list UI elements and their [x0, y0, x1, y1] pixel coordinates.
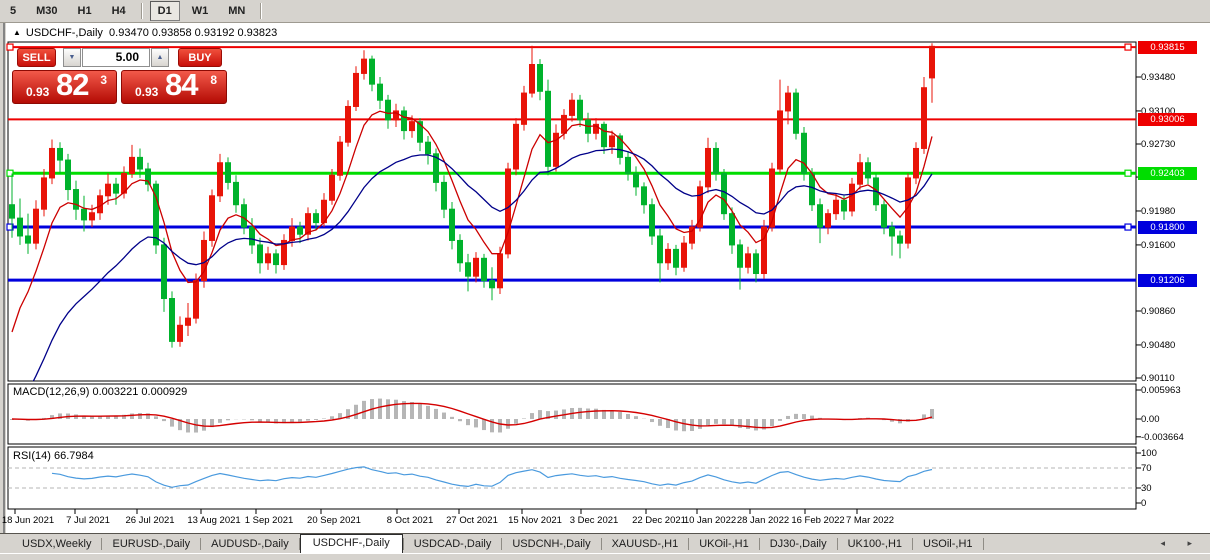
- toolbar-separator: [260, 3, 262, 19]
- timeframe-button-5[interactable]: 5: [2, 1, 24, 21]
- date-tick-label: 1 Sep 2021: [245, 515, 294, 526]
- tab-uk100-h1[interactable]: UK100-,H1: [838, 536, 912, 552]
- macd-tick-label: 0.00: [1141, 414, 1160, 425]
- macd-tick-label: -0.003664: [1141, 432, 1184, 443]
- date-tick-label: 13 Aug 2021: [187, 515, 240, 526]
- date-tick-label: 16 Feb 2022: [791, 515, 844, 526]
- buy-price-big: 84: [165, 67, 197, 103]
- tab-ukoil-h1[interactable]: UKOil-,H1: [689, 536, 759, 552]
- sell-price-sup: 3: [100, 73, 107, 87]
- date-tick-label: 7 Mar 2022: [846, 515, 894, 526]
- line-handle: [1125, 170, 1131, 176]
- timeframe-button-D1[interactable]: D1: [150, 1, 180, 21]
- price-tick-label: 0.91980: [1141, 206, 1175, 217]
- sell-price-big: 82: [56, 67, 88, 103]
- buy-price-sup: 8: [210, 73, 217, 87]
- volume-down-button[interactable]: ▼: [63, 48, 81, 67]
- tab-eurusd-daily[interactable]: EURUSD-,Daily: [102, 536, 200, 552]
- timeframe-button-MN[interactable]: MN: [220, 1, 253, 21]
- date-tick-label: 28 Jan 2022: [737, 515, 789, 526]
- line-handle: [1125, 224, 1131, 230]
- price-line-badge: 0.92403: [1138, 167, 1197, 180]
- tab-xauusd-h1[interactable]: XAUUSD-,H1: [602, 536, 689, 552]
- price-tick-label: 0.90860: [1141, 306, 1175, 317]
- timeframe-button-H1[interactable]: H1: [70, 1, 100, 21]
- chevron-down-icon: ▼: [69, 54, 76, 61]
- sell-button[interactable]: SELL: [17, 48, 56, 67]
- price-line-badge: 0.91206: [1138, 274, 1197, 287]
- date-tick-label: 3 Dec 2021: [570, 515, 619, 526]
- timeframe-toolbar: 5M30H1H4 D1W1MN: [0, 0, 1210, 23]
- symbol-label: USDCHF-,Daily: [26, 27, 103, 39]
- timeframe-button-M30[interactable]: M30: [28, 1, 65, 21]
- tab-usoil-h1[interactable]: USOil-,H1: [913, 536, 983, 552]
- date-tick-label: 26 Jul 2021: [125, 515, 174, 526]
- date-tick-label: 7 Jul 2021: [66, 515, 110, 526]
- rsi-tick-label: 100: [1141, 448, 1157, 459]
- price-line-badge: 0.93006: [1138, 113, 1197, 126]
- rsi-tick-label: 0: [1141, 498, 1146, 509]
- price-line-badge: 0.93815: [1138, 41, 1197, 54]
- buy-price[interactable]: 0.93 84 8: [121, 70, 227, 104]
- rsi-tick-label: 70: [1141, 463, 1152, 474]
- volume-input[interactable]: 5.00: [82, 48, 150, 67]
- symbol-tab-bar: USDX,WeeklyEURUSD-,DailyAUDUSD-,DailyUSD…: [0, 533, 1210, 554]
- rsi-label: RSI(14) 66.7984: [13, 450, 94, 462]
- price-tick-label: 0.90110: [1141, 373, 1175, 384]
- date-tick-label: 20 Sep 2021: [307, 515, 361, 526]
- chevron-up-icon: ▲: [157, 54, 164, 61]
- macd-tick-label: 0.005963: [1141, 385, 1181, 396]
- sell-price-small: 0.93: [26, 85, 49, 99]
- toolbar-separator: [141, 3, 143, 19]
- date-tick-label: 15 Nov 2021: [508, 515, 562, 526]
- ohlc-values: 0.93470 0.93858 0.93192 0.93823: [109, 27, 277, 39]
- tab-separator: [983, 538, 984, 550]
- price-tick-label: 0.93480: [1141, 72, 1175, 83]
- line-handle: [1125, 44, 1131, 50]
- tab-usdcnh-daily[interactable]: USDCNH-,Daily: [502, 536, 600, 552]
- tab-scroll-arrows[interactable]: ◂ ▸: [1160, 538, 1202, 549]
- date-tick-label: 18 Jun 2021: [2, 515, 54, 526]
- buy-price-small: 0.93: [135, 85, 158, 99]
- line-handle: [7, 44, 13, 50]
- collapse-icon[interactable]: ▲: [13, 28, 21, 37]
- price-tick-label: 0.91600: [1141, 240, 1175, 251]
- chart-title: ▲ USDCHF-,Daily 0.93470 0.93858 0.93192 0…: [13, 27, 277, 39]
- price-line-badge: 0.91800: [1138, 221, 1197, 234]
- ma-fast-line: [12, 111, 932, 332]
- tab-usdcad-daily[interactable]: USDCAD-,Daily: [404, 536, 502, 552]
- volume-up-button[interactable]: ▲: [151, 48, 169, 67]
- price-tick-label: 0.90480: [1141, 340, 1175, 351]
- price-tick-label: 0.92730: [1141, 139, 1175, 150]
- timeframe-button-H4[interactable]: H4: [104, 1, 134, 21]
- date-tick-label: 22 Dec 2021: [632, 515, 686, 526]
- date-tick-label: 27 Oct 2021: [446, 515, 498, 526]
- sell-price[interactable]: 0.93 82 3: [12, 70, 117, 104]
- rsi-tick-label: 30: [1141, 483, 1152, 494]
- tab-usdx-weekly[interactable]: USDX,Weekly: [12, 536, 101, 552]
- buy-button[interactable]: BUY: [178, 48, 222, 67]
- tab-dj30-daily[interactable]: DJ30-,Daily: [760, 536, 837, 552]
- tab-usdchf-daily[interactable]: USDCHF-,Daily: [300, 534, 403, 553]
- date-tick-label: 8 Oct 2021: [387, 515, 433, 526]
- timeframe-button-W1[interactable]: W1: [184, 1, 217, 21]
- tab-audusd-daily[interactable]: AUDUSD-,Daily: [201, 536, 299, 552]
- date-tick-label: 10 Jan 2022: [684, 515, 736, 526]
- macd-label: MACD(12,26,9) 0.003221 0.000929: [13, 386, 187, 398]
- rsi-line: [52, 467, 932, 487]
